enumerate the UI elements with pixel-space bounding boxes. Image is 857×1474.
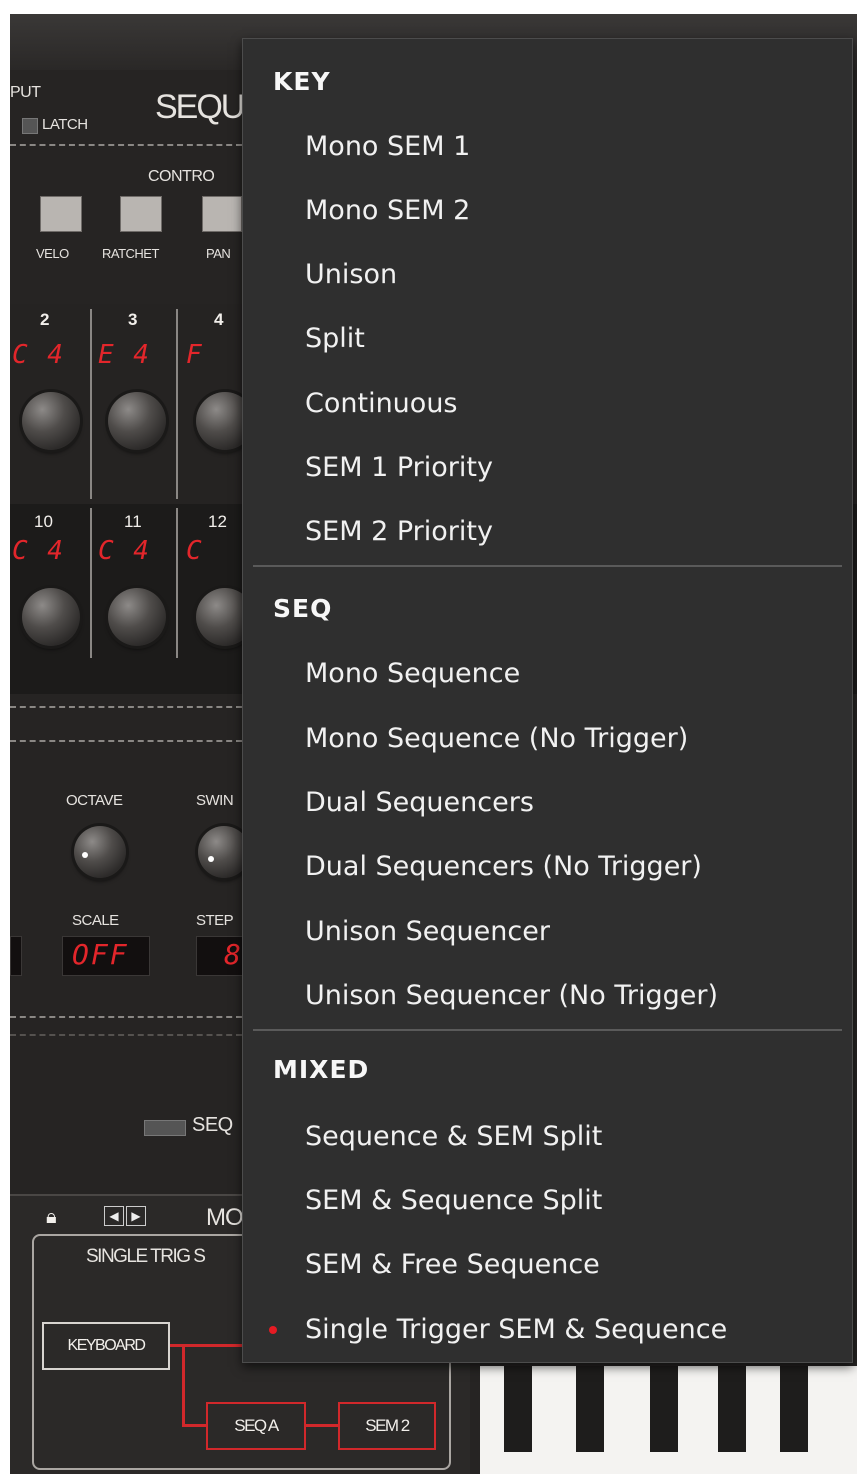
menu-header-key: KEY bbox=[273, 67, 331, 96]
prev-arrow-icon[interactable]: ◀ bbox=[104, 1206, 124, 1226]
led-box bbox=[10, 936, 22, 976]
swing-label: SWIN bbox=[196, 792, 234, 809]
black-key[interactable] bbox=[576, 1366, 604, 1452]
step-note-display: C 4 bbox=[12, 340, 65, 370]
black-key[interactable] bbox=[650, 1366, 678, 1452]
step-divider bbox=[90, 309, 92, 499]
menu-separator bbox=[253, 565, 842, 567]
divider bbox=[10, 1034, 242, 1036]
pan-label: PAN bbox=[206, 246, 231, 261]
menu-header-seq: SEQ bbox=[273, 594, 333, 623]
black-key[interactable] bbox=[780, 1366, 808, 1452]
divider bbox=[10, 706, 242, 708]
control-label: CONTRO bbox=[148, 168, 215, 185]
step-note-display: E 4 bbox=[98, 340, 151, 370]
velo-label: VELO bbox=[36, 246, 69, 261]
menu-item-dual-sequencers-no-trigger[interactable]: Dual Sequencers (No Trigger) bbox=[305, 851, 702, 882]
octave-knob[interactable] bbox=[74, 826, 126, 878]
black-key[interactable] bbox=[718, 1366, 746, 1452]
step-knob[interactable] bbox=[108, 392, 166, 450]
route-line bbox=[306, 1424, 338, 1427]
seq-toggle-label: SEQ bbox=[192, 1114, 233, 1136]
step-number: 2 bbox=[40, 310, 50, 329]
seq-a-node[interactable]: SEQ A bbox=[206, 1402, 306, 1450]
menu-item-unison[interactable]: Unison bbox=[305, 259, 397, 290]
step-divider bbox=[176, 508, 178, 658]
scale-label: SCALE bbox=[72, 912, 119, 929]
selected-indicator-icon bbox=[269, 1326, 277, 1334]
sequencer-title: SEQU bbox=[155, 88, 245, 126]
step-number: 12 bbox=[208, 512, 227, 531]
menu-item-sem-sequence-split[interactable]: SEM & Sequence Split bbox=[305, 1185, 602, 1216]
velo-button[interactable] bbox=[40, 196, 82, 232]
divider bbox=[10, 144, 242, 146]
mode-name: SINGLE TRIG S bbox=[86, 1246, 206, 1267]
step-label: STEP bbox=[196, 912, 234, 929]
menu-item-mono-sequence-no-trigger[interactable]: Mono Sequence (No Trigger) bbox=[305, 723, 688, 754]
mode-dropdown-menu: KEY Mono SEM 1 Mono SEM 2 Unison Split C… bbox=[242, 38, 853, 1363]
ratchet-label: RATCHET bbox=[102, 246, 159, 261]
divider bbox=[10, 1016, 242, 1018]
step-number: 3 bbox=[128, 310, 138, 329]
step-number: 10 bbox=[34, 512, 53, 531]
divider bbox=[10, 740, 242, 742]
octave-label: OCTAVE bbox=[66, 792, 123, 809]
step-note-display: C 4 bbox=[98, 536, 151, 566]
latch-label: LATCH bbox=[42, 116, 88, 133]
ratchet-button[interactable] bbox=[120, 196, 162, 232]
menu-item-mono-sequence[interactable]: Mono Sequence bbox=[305, 658, 520, 689]
pan-button[interactable] bbox=[202, 196, 242, 232]
menu-separator bbox=[253, 1029, 842, 1031]
step-divider bbox=[90, 508, 92, 658]
next-arrow-icon[interactable]: ▶ bbox=[126, 1206, 146, 1226]
step-note-display: C 4 bbox=[12, 536, 65, 566]
menu-item-unison-sequencer[interactable]: Unison Sequencer bbox=[305, 916, 550, 947]
steps-value: 8 bbox=[224, 938, 243, 971]
menu-item-dual-sequencers[interactable]: Dual Sequencers bbox=[305, 787, 534, 818]
step-note-display: F bbox=[186, 340, 204, 370]
menu-item-sem-1-priority[interactable]: SEM 1 Priority bbox=[305, 452, 493, 483]
step-knob[interactable] bbox=[22, 588, 80, 646]
menu-item-continuous[interactable]: Continuous bbox=[305, 388, 458, 419]
seq-toggle[interactable] bbox=[144, 1120, 186, 1136]
sem-2-node[interactable]: SEM 2 bbox=[338, 1402, 436, 1450]
keyboard-node[interactable]: KEYBOARD bbox=[42, 1322, 170, 1370]
step-divider bbox=[176, 309, 178, 499]
step-number: 11 bbox=[124, 512, 142, 531]
menu-item-sem-free-sequence[interactable]: SEM & Free Sequence bbox=[305, 1249, 600, 1280]
step-number: 4 bbox=[214, 310, 224, 329]
mode-label: MO bbox=[206, 1204, 244, 1231]
step-knob[interactable] bbox=[22, 392, 80, 450]
black-key[interactable] bbox=[504, 1366, 532, 1452]
latch-toggle[interactable] bbox=[22, 118, 38, 134]
scale-value: OFF bbox=[72, 938, 129, 971]
route-line bbox=[182, 1424, 206, 1427]
menu-header-mixed: MIXED bbox=[273, 1055, 370, 1084]
keyboard[interactable] bbox=[480, 1366, 857, 1474]
input-label: PUT bbox=[10, 84, 41, 101]
menu-item-mono-sem-1[interactable]: Mono SEM 1 bbox=[305, 131, 470, 162]
menu-item-sem-2-priority[interactable]: SEM 2 Priority bbox=[305, 516, 493, 547]
menu-item-split[interactable]: Split bbox=[305, 323, 365, 354]
step-knob[interactable] bbox=[108, 588, 166, 646]
step-note-display: C bbox=[186, 536, 204, 566]
menu-item-mono-sem-2[interactable]: Mono SEM 2 bbox=[305, 195, 470, 226]
menu-item-single-trigger-sem-sequence[interactable]: Single Trigger SEM & Sequence bbox=[305, 1314, 727, 1345]
route-line bbox=[182, 1344, 185, 1426]
menu-item-sequence-sem-split[interactable]: Sequence & SEM Split bbox=[305, 1121, 602, 1152]
lock-icon[interactable]: 🔒︎ bbox=[46, 1206, 57, 1229]
menu-item-unison-sequencer-no-trigger[interactable]: Unison Sequencer (No Trigger) bbox=[305, 980, 718, 1011]
